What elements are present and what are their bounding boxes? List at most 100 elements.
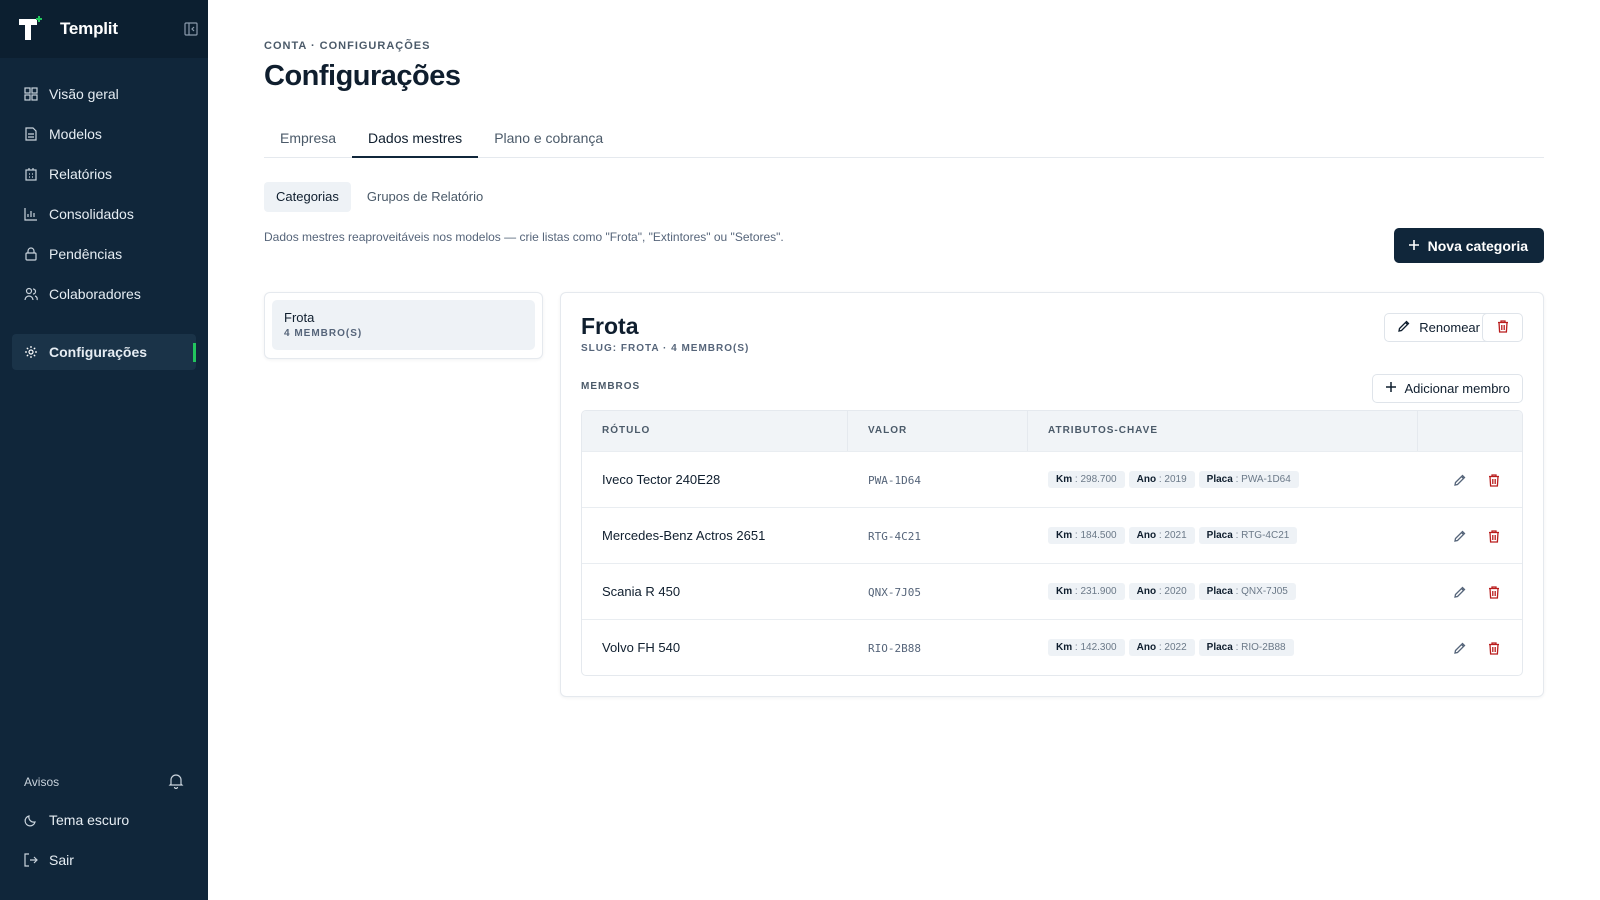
category-member-count: 4 MEMBRO(S) [284,328,363,339]
edit-member-pencil-icon[interactable] [1452,640,1468,656]
sidebar-item-colaboradores[interactable]: Colaboradores [12,276,196,312]
grid-icon [24,87,38,101]
brand-header: Templit [0,0,208,58]
member-label: Mercedes-Benz Actros 2651 [602,527,766,543]
attribute-key: Km [1056,474,1073,485]
settings-tabs: Empresa Dados mestres Plano e cobrança [264,127,1544,158]
attribute-chip: Km : 231.900 [1048,583,1125,600]
member-value: PWA-1D64 [868,473,921,487]
rename-button[interactable]: Renomear [1384,313,1493,342]
description-row: Dados mestres reaproveitáveis nos modelo… [264,228,1544,264]
building-icon [24,167,38,181]
plus-icon [1408,238,1420,254]
sidebar-item-configuracoes[interactable]: Configurações [12,334,196,370]
sidebar-item-label: Pendências [49,246,123,262]
sidebar-item-modelos[interactable]: Modelos [12,116,196,152]
subtab-grupos-relatorio[interactable]: Grupos de Relatório [355,182,495,212]
document-icon [24,127,38,141]
logout-icon [24,853,38,867]
delete-member-trash-icon[interactable] [1486,528,1502,544]
attribute-chip: Km : 184.500 [1048,527,1125,544]
sidebar-footer: Avisos Tema escuro Sair [0,762,208,900]
attribute-key: Ano [1136,474,1157,485]
attribute-key: Ano [1136,530,1157,541]
attribute-value: : 2020 [1158,586,1187,597]
plus-icon [1385,381,1397,396]
category-name: Frota [284,310,315,325]
attribute-value: : 142.300 [1074,642,1117,653]
table-row: Mercedes-Benz Actros 2651 RTG-4C21 Km : … [582,507,1522,563]
sidebar-item-visao-geral[interactable]: Visão geral [12,76,196,112]
moon-icon [24,813,38,827]
collapse-sidebar-icon[interactable] [184,22,198,36]
member-label: Iveco Tector 240E28 [602,471,721,487]
logout-label: Sair [49,852,74,868]
attribute-key: Placa [1206,530,1233,541]
attribute-value: : RTG-4C21 [1235,530,1290,541]
column-header-valor: VALOR [848,411,1028,451]
member-attributes: Km : 298.700 Ano : 2019 Placa : PWA-1D64 [1048,471,1418,488]
attribute-chip: Ano : 2019 [1128,471,1195,488]
tab-plano-cobranca[interactable]: Plano e cobrança [478,127,619,158]
members-section-label: MEMBROS [581,381,641,392]
tab-empresa[interactable]: Empresa [264,127,352,158]
delete-member-trash-icon[interactable] [1486,472,1502,488]
main-content: CONTA · CONFIGURAÇÕES Configurações Empr… [264,0,1544,697]
sidebar-nav: Visão geral Modelos Relatórios Consolida… [0,58,208,370]
attribute-value: : 231.900 [1074,586,1117,597]
subtab-categorias[interactable]: Categorias [264,182,351,212]
member-label: Scania R 450 [602,583,681,599]
attribute-chip: Placa : RIO-2B88 [1198,639,1294,656]
sidebar-item-relatorios[interactable]: Relatórios [12,156,196,192]
sidebar-item-label: Colaboradores [49,286,141,302]
logout-button[interactable]: Sair [12,842,196,878]
row-actions [1418,472,1522,488]
trash-icon [1496,319,1510,336]
sidebar-item-consolidados[interactable]: Consolidados [12,196,196,232]
edit-member-pencil-icon[interactable] [1452,584,1468,600]
attribute-chip: Ano : 2021 [1128,527,1195,544]
edit-member-pencil-icon[interactable] [1452,528,1468,544]
attribute-key: Ano [1136,642,1157,653]
category-list: Frota 4 MEMBRO(S) [264,292,543,359]
gear-icon [24,345,38,359]
notices-label: Avisos [24,775,60,789]
templit-logo-icon[interactable] [18,16,44,42]
tab-dados-mestres[interactable]: Dados mestres [352,127,479,158]
category-detail-panel: Frota SLUG: FROTA · 4 MEMBRO(S) Renomear… [560,292,1544,697]
member-attributes: Km : 231.900 Ano : 2020 Placa : QNX-7J05 [1048,583,1418,600]
attribute-key: Km [1056,586,1073,597]
member-attributes: Km : 184.500 Ano : 2021 Placa : RTG-4C21 [1048,527,1418,544]
pencil-icon [1397,319,1411,336]
lock-icon [24,247,38,261]
attribute-value: : 184.500 [1074,530,1117,541]
member-value: RIO-2B88 [868,641,921,655]
category-title: Frota [581,313,639,339]
attribute-value: : 2021 [1158,530,1187,541]
sidebar-item-label: Visão geral [49,86,119,102]
edit-member-pencil-icon[interactable] [1452,472,1468,488]
delete-category-button[interactable] [1482,313,1523,342]
attribute-key: Km [1056,530,1073,541]
members-table: RÓTULO VALOR ATRIBUTOS-CHAVE Iveco Tecto… [581,410,1523,676]
delete-member-trash-icon[interactable] [1486,640,1502,656]
add-member-button[interactable]: Adicionar membro [1371,374,1523,403]
theme-toggle[interactable]: Tema escuro [12,802,196,838]
app-name: Templit [60,19,118,38]
breadcrumb: CONTA · CONFIGURAÇÕES [264,40,431,52]
sidebar-item-label: Configurações [49,344,148,360]
bell-icon[interactable] [168,773,184,792]
new-category-button[interactable]: Nova categoria [1393,228,1544,263]
attribute-chip: Placa : QNX-7J05 [1198,583,1296,600]
attribute-key: Ano [1136,586,1157,597]
sidebar-item-label: Relatórios [49,166,113,182]
attribute-value: : 2022 [1158,642,1187,653]
subtabs: Categorias Grupos de Relatório [264,182,1544,212]
sidebar-item-label: Consolidados [49,206,134,222]
category-item-frota[interactable]: Frota 4 MEMBRO(S) [272,300,535,350]
sidebar-item-pendencias[interactable]: Pendências [12,236,196,272]
delete-member-trash-icon[interactable] [1486,584,1502,600]
category-slug: SLUG: FROTA · 4 MEMBRO(S) [581,343,750,354]
attribute-key: Placa [1206,642,1233,653]
column-header-actions [1418,411,1522,451]
